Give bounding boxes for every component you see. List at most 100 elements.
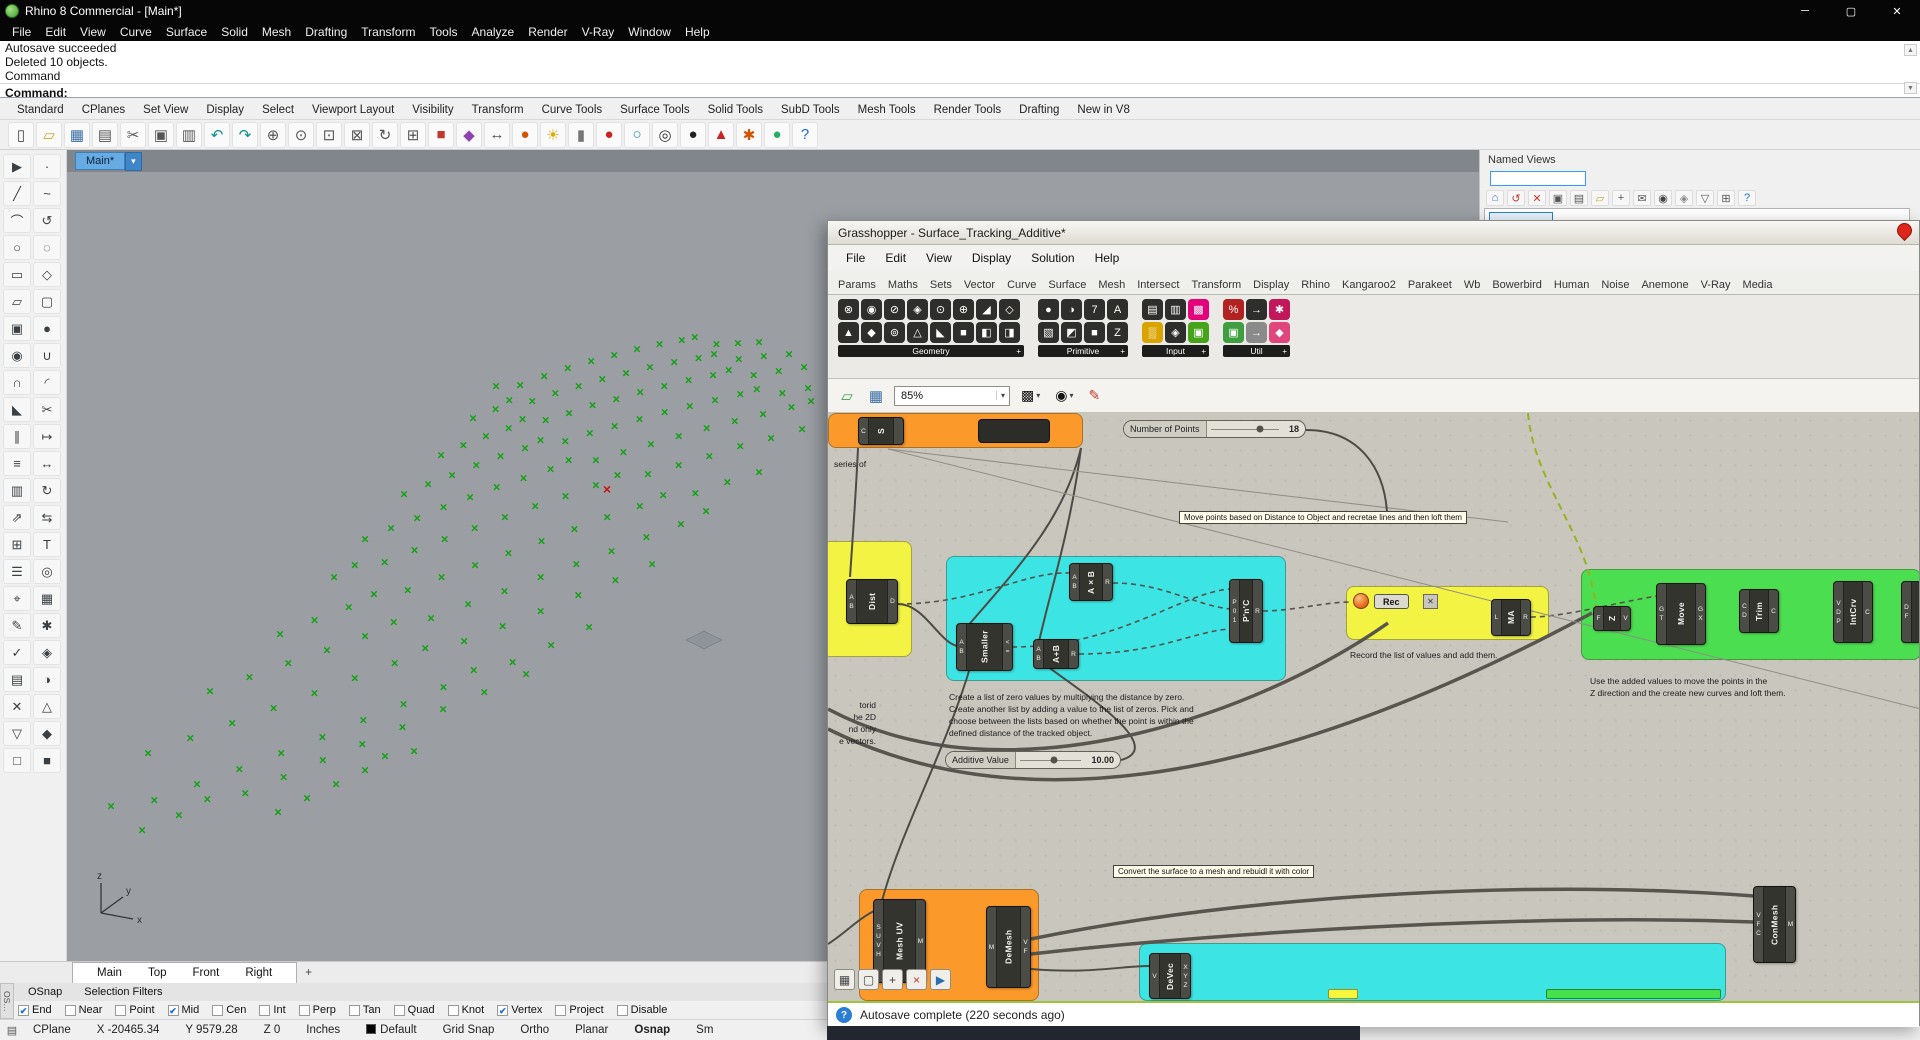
sidebar-tool-icon[interactable]: ■ [33,748,61,773]
toolbar-icon[interactable]: ↻ [372,122,398,148]
units-label[interactable]: Inches [293,1024,353,1036]
named-views-toolbar-icon[interactable]: ◉ [1654,190,1672,206]
named-views-filter-input[interactable] [1490,171,1586,186]
menu-item[interactable]: V-Ray [575,25,622,39]
chevron-down-icon[interactable]: ▾ [996,391,1009,400]
overlay-tool-icon[interactable]: + [882,969,903,990]
palette-group-label[interactable]: Util+ [1223,345,1290,357]
menu-item[interactable]: Surface [159,25,214,39]
gh-component-deconstruct-vector[interactable]: V DeVec X Y Z [1149,953,1191,999]
menu-item[interactable]: Analyze [465,25,522,39]
component-icon[interactable]: ◧ [976,322,997,343]
palette-expand-icon[interactable]: + [1120,347,1125,356]
component-icon[interactable]: → [1246,322,1267,343]
canvas-display-button[interactable]: ▩▾ [1017,385,1044,406]
sidebar-tool-icon[interactable]: ▱ [3,289,31,314]
sidebar-tool-icon[interactable]: ✂ [33,397,61,422]
grasshopper-tab[interactable]: Anemone [1635,276,1694,294]
chevron-down-icon[interactable]: ▾ [1036,391,1040,400]
grasshopper-menu-item[interactable]: View [916,251,962,265]
component-icon[interactable]: ⊚ [884,322,905,343]
smarttrack-toggle[interactable]: Sm [683,1024,726,1036]
component-icon[interactable]: ⊕ [953,299,974,320]
overlay-tool-icon[interactable]: × [906,969,927,990]
toolbar-icon[interactable]: ▣ [148,122,174,148]
sidebar-tool-icon[interactable]: ⊞ [3,532,31,557]
grasshopper-tab[interactable]: Rhino [1295,276,1336,294]
checkbox-box[interactable]: ✔ [497,1005,508,1016]
component-icon[interactable]: ◈ [907,299,928,320]
grasshopper-menu-item[interactable]: Edit [875,251,916,265]
toolbar-icon[interactable]: ▦ [64,122,90,148]
chevron-down-icon[interactable]: ▾ [1069,391,1073,400]
component-icon[interactable]: 7 [1084,299,1105,320]
sidebar-tool-icon[interactable]: ○ [3,235,31,260]
number-of-points-slider[interactable]: Number of Points 18 [1123,420,1306,438]
component-icon[interactable]: ◈ [1165,322,1186,343]
menu-item[interactable]: Drafting [298,25,354,39]
component-icon[interactable]: ▧ [1038,322,1059,343]
toolbar-icon[interactable]: ▥ [176,122,202,148]
sidebar-tool-icon[interactable]: ✓ [3,640,31,665]
gh-component-deconstruct-mesh[interactable]: M DeMesh V F [986,906,1031,988]
additive-value-slider[interactable]: Additive Value 10.00 [945,751,1121,769]
viewport-page-tab[interactable]: Top [136,965,179,981]
sidebar-tool-icon[interactable]: ▢ [33,289,61,314]
checkbox-box[interactable] [448,1005,459,1016]
sidebar-tool-icon[interactable]: ◉ [3,343,31,368]
menu-item[interactable]: Transform [354,25,422,39]
gh-component-unit-z[interactable]: F Z V [1593,606,1631,631]
menu-item[interactable]: Edit [38,25,73,39]
sidebar-tool-icon[interactable]: ◇ [33,262,61,287]
component-icon[interactable]: ◣ [930,322,951,343]
sidebar-tool-icon[interactable]: T [33,532,61,557]
gh-component-partial[interactable] [978,419,1050,443]
component-icon[interactable]: ◢ [976,299,997,320]
sidebar-tool-icon[interactable]: ✱ [33,613,61,638]
checkbox-box[interactable] [65,1005,76,1016]
panel-tab[interactable]: Selection Filters [74,985,172,999]
gh-component-interpolate-curve[interactable]: V D P IntCrv C [1833,581,1873,643]
grasshopper-tab[interactable]: Media [1737,276,1779,294]
save-document-icon[interactable]: ▦ [865,385,887,407]
toolbar-icon[interactable]: ○ [624,122,650,148]
sidebar-tool-icon[interactable]: ∪ [33,343,61,368]
grasshopper-tab[interactable]: Intersect [1131,276,1185,294]
toolbar-tab[interactable]: New in V8 [1068,101,1138,119]
component-icon[interactable]: ◆ [861,322,882,343]
menu-item[interactable]: Solid [214,25,255,39]
gh-component-distance[interactable]: A B Dist D [846,579,898,624]
menu-item[interactable]: Help [678,25,717,39]
sidebar-tool-icon[interactable]: ◆ [33,721,61,746]
sidebar-tool-icon[interactable]: ~ [33,181,61,206]
component-icon[interactable]: ◑ [1061,299,1082,320]
grasshopper-tab[interactable]: Bowerbird [1486,276,1548,294]
preview-mode-button[interactable]: ◉▾ [1051,385,1077,406]
sidebar-tool-icon[interactable]: ◎ [33,559,61,584]
toolbar-icon[interactable]: ◎ [652,122,678,148]
gh-component-addition[interactable]: A B A+B R [1033,639,1079,669]
named-views-toolbar-icon[interactable]: ✕ [1528,190,1546,206]
grasshopper-tab[interactable]: Parakeet [1402,276,1458,294]
grasshopper-tab[interactable]: Transform [1185,276,1247,294]
menu-item[interactable]: Window [621,25,678,39]
sidebar-tool-icon[interactable]: ∩ [3,370,31,395]
sidebar-tool-icon[interactable]: ⇆ [33,505,61,530]
command-scrollbar[interactable]: ▲ ▼ [1904,44,1917,94]
slider-knob[interactable] [1051,757,1058,764]
component-icon[interactable]: ◩ [1061,322,1082,343]
component-icon[interactable]: ◇ [999,299,1020,320]
sidebar-tool-icon[interactable]: ◣ [3,397,31,422]
osnap-checkbox[interactable]: Knot [448,1004,485,1016]
gh-component-top[interactable]: C S [858,417,904,445]
toolbar-tab[interactable]: Display [197,101,253,119]
layer-indicator[interactable]: Default [353,1024,429,1036]
grasshopper-tab[interactable]: Kangaroo2 [1336,276,1402,294]
checkbox-box[interactable]: ✔ [18,1005,29,1016]
toolbar-tab[interactable]: SubD Tools [772,101,849,119]
grasshopper-tab[interactable]: Human [1548,276,1595,294]
sidebar-tool-icon[interactable]: ▥ [3,478,31,503]
component-icon[interactable]: ■ [953,322,974,343]
grasshopper-tab[interactable]: Mesh [1092,276,1131,294]
toolbar-icon[interactable]: ● [764,122,790,148]
